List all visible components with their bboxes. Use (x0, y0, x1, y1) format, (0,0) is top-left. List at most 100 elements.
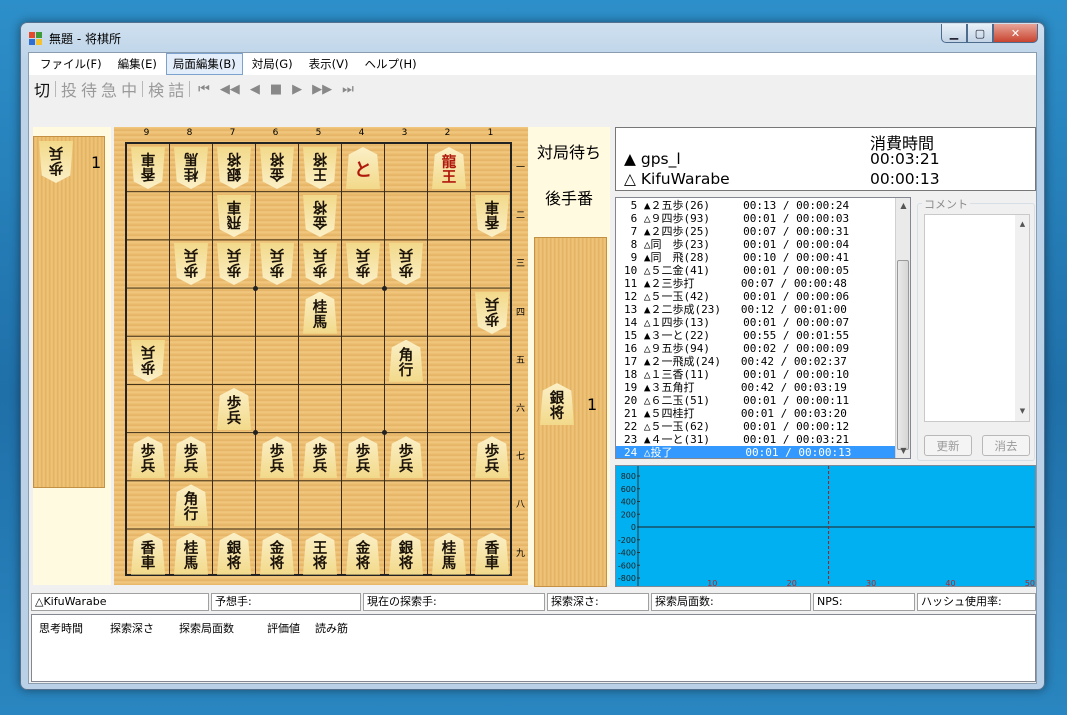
sente-piece[interactable]: 龍王 (432, 147, 466, 189)
comment-scrollbar[interactable]: ▲ ▼ (1015, 215, 1029, 421)
kifu-row[interactable]: 14 △１四歩(13) 00:01 / 00:00:07 (616, 316, 910, 329)
sente-piece[interactable]: 王将 (303, 532, 337, 575)
kifu-row[interactable]: 5 ▲２五歩(26) 00:13 / 00:00:24 (616, 199, 910, 212)
tsume-button[interactable]: 詰 (166, 77, 186, 101)
kifu-row[interactable]: 21 ▲５四桂打 00:01 / 00:03:20 (616, 407, 910, 420)
kifu-scrollbar[interactable]: ▲ ▼ (895, 198, 910, 458)
kifu-row[interactable]: 18 △１三香(11) 00:01 / 00:00:10 (616, 368, 910, 381)
sente-piece[interactable]: 金将 (346, 532, 380, 575)
last-move-icon[interactable]: ⏭ (337, 82, 359, 97)
sente-piece[interactable]: 歩兵 (260, 436, 294, 479)
sente-piece[interactable]: 香車 (475, 532, 509, 575)
sente-piece[interactable]: 歩兵 (346, 436, 380, 479)
scroll-up-icon[interactable]: ▲ (896, 198, 910, 213)
sente-piece[interactable]: 桂馬 (174, 532, 208, 575)
kifu-row[interactable]: 20 △６二玉(51) 00:01 / 00:00:11 (616, 394, 910, 407)
menu-item[interactable]: 編集(E) (111, 53, 164, 75)
kifu-row[interactable]: 15 ▲３一と(22) 00:55 / 00:01:55 (616, 329, 910, 342)
forward-icon[interactable]: ▶ (287, 82, 307, 97)
kifu-row[interactable]: 6 △９四歩(93) 00:01 / 00:00:03 (616, 212, 910, 225)
gote-piece[interactable]: 歩兵 (346, 243, 380, 285)
hurry-button[interactable]: 急 (99, 77, 119, 101)
thinking-list[interactable]: 思考時間 探索深さ 探索局面数 評価値 読み筋 (31, 614, 1036, 682)
kifu-row[interactable]: 23 ▲４一と(31) 00:01 / 00:03:21 (616, 433, 910, 446)
col-depth[interactable]: 探索深さ (110, 620, 154, 636)
stop-icon[interactable]: ■ (265, 82, 287, 97)
comment-textbox[interactable]: ▲ ▼ (924, 214, 1030, 422)
kifu-row[interactable]: 12 △５一玉(42) 00:01 / 00:00:06 (616, 290, 910, 303)
stop-button[interactable]: 中 (119, 77, 139, 101)
sente-piece[interactable]: 歩兵 (131, 436, 165, 479)
sente-piece[interactable]: 歩兵 (217, 388, 251, 430)
scroll-down-icon[interactable]: ▼ (1015, 404, 1030, 419)
kifu-row[interactable]: 24 △投了 00:01 / 00:00:13 (616, 446, 910, 458)
gote-piece[interactable]: 香車 (475, 195, 509, 237)
minimize-button[interactable]: ▁ (941, 24, 967, 43)
kifu-row[interactable]: 17 ▲２一飛成(24) 00:42 / 00:02:37 (616, 355, 910, 368)
forward-five-icon[interactable]: ▶▶ (307, 82, 337, 97)
first-move-icon[interactable]: ⏮ (193, 82, 215, 97)
kifu-row[interactable]: 16 △９五歩(94) 00:02 / 00:00:09 (616, 342, 910, 355)
menu-item[interactable]: 局面編集(B) (165, 53, 243, 75)
resign-button[interactable]: 投 (59, 77, 79, 101)
back-icon[interactable]: ◀ (245, 82, 265, 97)
wait-button[interactable]: 待 (79, 77, 99, 101)
sente-piece[interactable]: 金将 (260, 532, 294, 575)
menu-item[interactable]: ファイル(F) (33, 53, 109, 75)
kifu-row[interactable]: 13 ▲２二歩成(23) 00:12 / 00:01:00 (616, 303, 910, 316)
gote-piece[interactable]: 香車 (131, 147, 165, 189)
col-nodes[interactable]: 探索局面数 (179, 620, 234, 636)
sente-piece[interactable]: 歩兵 (303, 436, 337, 479)
kifu-row[interactable]: 8 △同 歩(23) 00:01 / 00:00:04 (616, 238, 910, 251)
gote-piece[interactable]: 王将 (303, 147, 337, 189)
gote-piece[interactable]: 金将 (303, 195, 337, 237)
cut-button[interactable]: 切 (32, 77, 52, 101)
sente-piece[interactable]: 歩兵 (174, 436, 208, 479)
back-five-icon[interactable]: ◀◀ (215, 82, 245, 97)
update-button[interactable]: 更新 (924, 435, 972, 456)
kifu-row[interactable]: 19 ▲３五角打 00:42 / 00:03:19 (616, 381, 910, 394)
sente-piece[interactable]: 香車 (131, 532, 165, 575)
gote-piece[interactable]: 歩兵 (217, 243, 251, 285)
gote-piece[interactable]: 歩兵 (303, 243, 337, 285)
kifu-row[interactable]: 9 ▲同 飛(28) 00:10 / 00:00:41 (616, 251, 910, 264)
scroll-thumb[interactable] (897, 260, 909, 450)
gote-piece[interactable]: 銀将 (217, 147, 251, 189)
delete-button[interactable]: 消去 (982, 435, 1030, 456)
close-button[interactable]: ✕ (993, 24, 1038, 43)
kifu-row[interactable]: 10 △５二金(41) 00:01 / 00:00:05 (616, 264, 910, 277)
kifu-row[interactable]: 11 ▲２三歩打 00:07 / 00:00:48 (616, 277, 910, 290)
menu-item[interactable]: ヘルプ(H) (357, 53, 423, 75)
col-think-time[interactable]: 思考時間 (39, 620, 83, 636)
gote-piece[interactable]: 歩兵 (475, 292, 509, 334)
kifu-list[interactable]: 5 ▲２五歩(26) 00:13 / 00:00:24 6 △９四歩(93) 0… (615, 197, 911, 459)
sente-piece[interactable]: 桂馬 (432, 532, 466, 575)
scroll-up-icon[interactable]: ▲ (1015, 217, 1030, 232)
sente-piece[interactable]: 銀将 (389, 532, 423, 575)
menu-item[interactable]: 対局(G) (245, 53, 300, 75)
gote-hand-piece[interactable]: 歩 兵 (39, 141, 73, 183)
gote-hand-stand[interactable] (33, 136, 105, 488)
sente-piece[interactable]: 歩兵 (475, 436, 509, 479)
kifu-row[interactable]: 22 △５一玉(62) 00:01 / 00:00:12 (616, 420, 910, 433)
menu-item[interactable]: 表示(V) (302, 53, 356, 75)
sente-piece[interactable]: と (346, 147, 380, 189)
sente-piece[interactable]: 桂馬 (303, 291, 337, 334)
sente-piece[interactable]: 角行 (174, 484, 208, 527)
sente-piece[interactable]: 銀将 (217, 532, 251, 575)
gote-piece[interactable]: 歩兵 (131, 340, 165, 382)
shogi-board[interactable]: 香車桂馬銀将金将王将と龍王飛車金将香車歩兵歩兵歩兵歩兵歩兵歩兵桂馬歩兵歩兵角行歩… (125, 142, 512, 576)
scroll-down-icon[interactable]: ▼ (896, 443, 910, 458)
kifu-row[interactable]: 7 ▲２四歩(25) 00:07 / 00:00:31 (616, 225, 910, 238)
col-eval[interactable]: 評価値 (267, 620, 300, 636)
col-pv[interactable]: 読み筋 (315, 620, 348, 636)
gote-piece[interactable]: 飛車 (217, 195, 251, 237)
sente-piece[interactable]: 角行 (389, 339, 423, 382)
sente-piece[interactable]: 歩兵 (389, 436, 423, 479)
gote-piece[interactable]: 桂馬 (174, 147, 208, 189)
gote-piece[interactable]: 金将 (260, 147, 294, 189)
gote-piece[interactable]: 歩兵 (174, 243, 208, 285)
evaluation-graph[interactable]: 800 600 400 200 0 -200 -400 -600 -800 10 20 30 40 50 (615, 465, 1036, 587)
gote-piece[interactable]: 歩兵 (389, 243, 423, 285)
title-bar[interactable]: 無題 - 将棋所 ▁ ▢ ✕ (21, 23, 1044, 52)
